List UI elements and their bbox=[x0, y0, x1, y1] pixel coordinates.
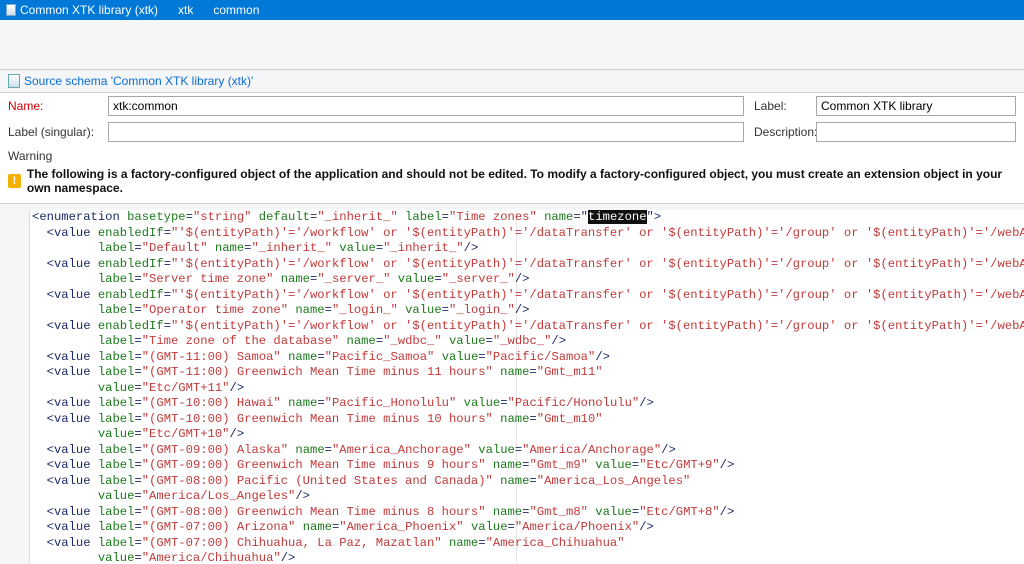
source-code[interactable]: <enumeration basetype="string" default="… bbox=[32, 210, 1024, 564]
label-singular-field[interactable] bbox=[108, 122, 744, 142]
tab-main[interactable]: Common XTK library (xtk) bbox=[0, 0, 172, 20]
description-field[interactable] bbox=[816, 122, 1016, 142]
file-icon bbox=[8, 74, 20, 88]
warning-text: The following is a factory-configured ob… bbox=[27, 167, 1016, 195]
label-field[interactable] bbox=[816, 96, 1016, 116]
warning-body: ! The following is a factory-configured … bbox=[0, 163, 1024, 204]
tab-xtk[interactable]: xtk bbox=[172, 0, 207, 20]
warning-header: Warning bbox=[0, 145, 1024, 163]
warning-icon: ! bbox=[8, 174, 21, 188]
tab-main-label: Common XTK library (xtk) bbox=[20, 3, 158, 17]
name-label: Name: bbox=[8, 99, 108, 113]
tab-common[interactable]: common bbox=[207, 0, 273, 20]
breadcrumb: Source schema 'Common XTK library (xtk)' bbox=[0, 70, 1024, 93]
code-gutter bbox=[0, 210, 30, 564]
header-spacer bbox=[0, 20, 1024, 70]
label-singular-label: Label (singular): bbox=[8, 125, 108, 139]
window-tabbar: Common XTK library (xtk) xtk common bbox=[0, 0, 1024, 20]
name-field[interactable] bbox=[108, 96, 744, 116]
schema-icon bbox=[6, 4, 16, 16]
breadcrumb-text: Source schema 'Common XTK library (xtk)' bbox=[24, 74, 253, 88]
code-panel: <enumeration basetype="string" default="… bbox=[0, 204, 1024, 564]
description-label: Description: bbox=[744, 125, 816, 139]
label-label: Label: bbox=[744, 99, 816, 113]
